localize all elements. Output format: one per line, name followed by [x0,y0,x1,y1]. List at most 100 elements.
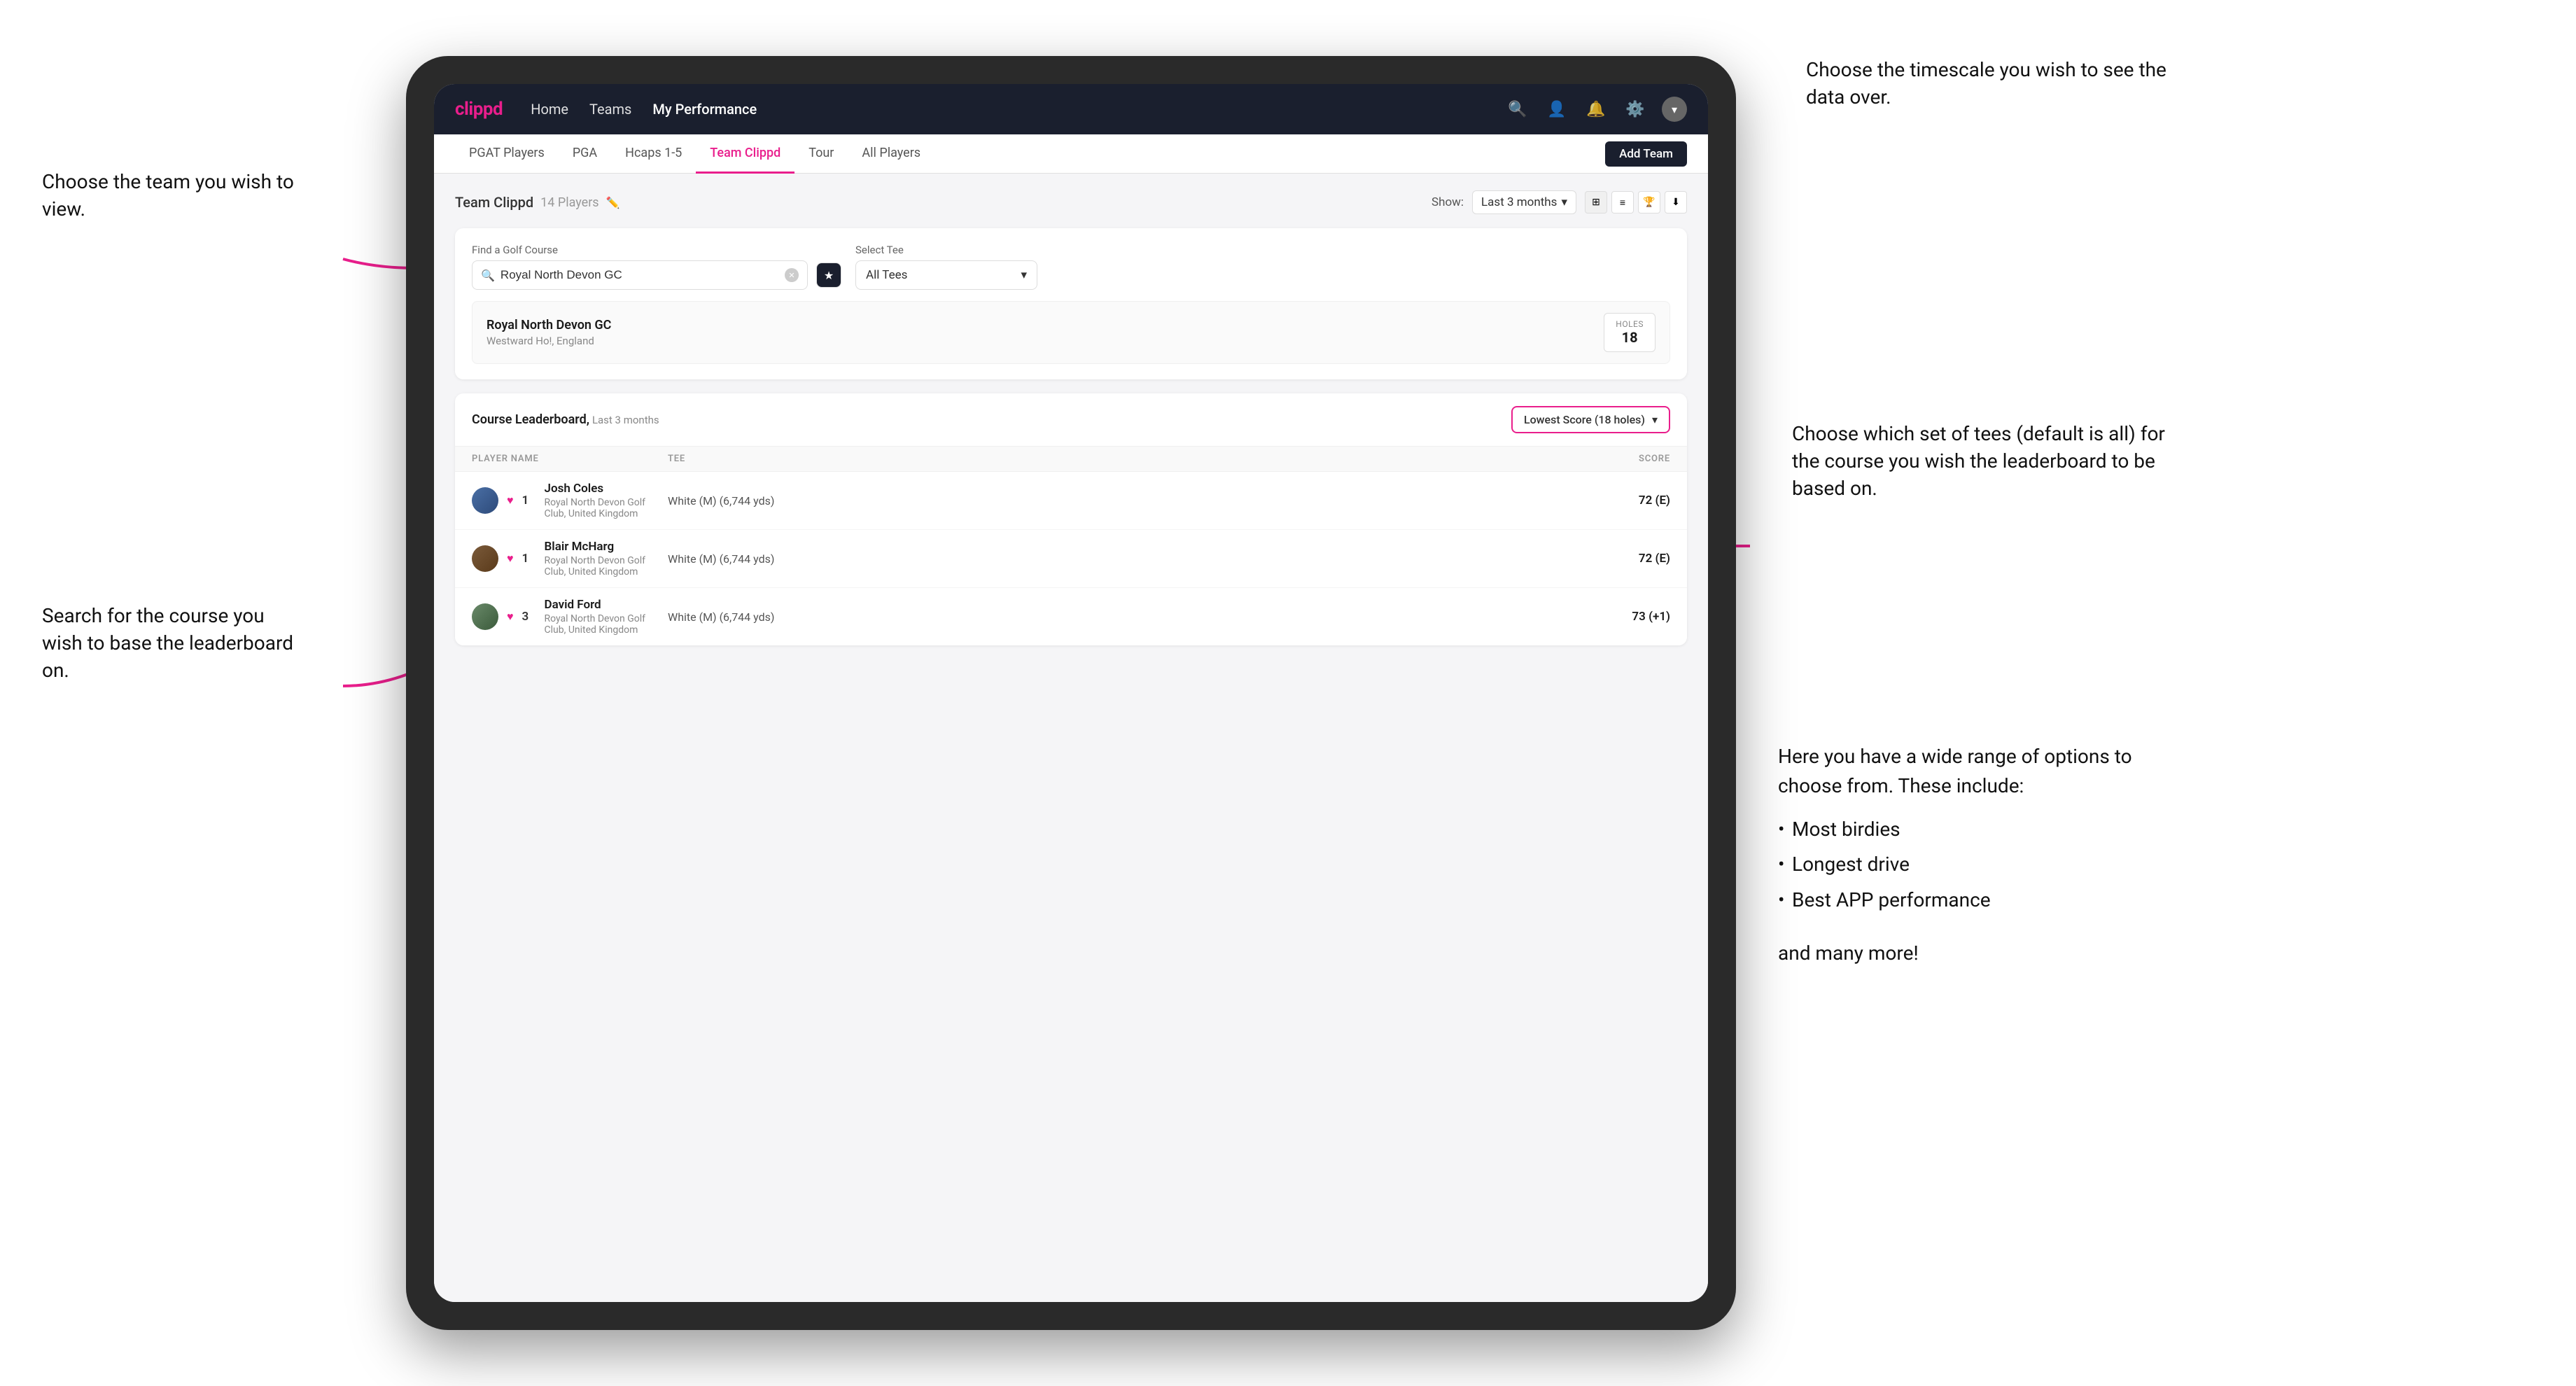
navbar: clippd Home Teams My Performance 🔍 👤 🔔 ⚙… [434,84,1708,134]
trophy-icon[interactable]: 🏆 [1638,191,1660,214]
nav-home[interactable]: Home [531,101,568,118]
heart-icon[interactable]: ♥ [507,610,514,624]
nav-teams[interactable]: Teams [589,101,631,118]
list-view-icon[interactable]: ≡ [1611,191,1634,214]
course-name: Royal North Devon GC [486,318,611,332]
download-icon[interactable]: ⬇ [1665,191,1687,214]
subnav-hcaps[interactable]: Hcaps 1-5 [611,134,696,174]
tablet-device: clippd Home Teams My Performance 🔍 👤 🔔 ⚙… [406,56,1736,1330]
leaderboard-table: PLAYER NAME TEE SCORE ♥ 1 [455,447,1687,645]
time-range-select[interactable]: Last 3 months ▾ [1472,190,1576,214]
subnav: PGAT Players PGA Hcaps 1-5 Team Clippd T… [434,134,1708,174]
score-value: 72 (E) [1586,493,1670,507]
player-club: Royal North Devon Golf Club, United King… [545,613,668,636]
tablet-screen: clippd Home Teams My Performance 🔍 👤 🔔 ⚙… [434,84,1708,1302]
score-value: 72 (E) [1586,552,1670,566]
search-icon-small: 🔍 [481,269,495,282]
tee-select-label: Select Tee [855,244,1037,256]
navbar-icons: 🔍 👤 🔔 ⚙️ ▾ [1505,97,1687,122]
table-header-row: PLAYER NAME TEE SCORE [455,447,1687,472]
annotation-top-left: Choose the team you wish to view. [42,168,308,223]
option-birdies: Most birdies [1778,812,2170,847]
leaderboard-subtitle: Last 3 months [592,414,659,426]
show-label: Show: [1432,195,1464,209]
heart-icon[interactable]: ♥ [507,552,514,566]
favorite-button[interactable]: ★ [816,262,841,288]
options-list: Most birdies Longest drive Best APP perf… [1778,812,2170,918]
tee-info: White (M) (6,744 yds) [668,552,1127,566]
col-player-name: PLAYER NAME [472,454,668,464]
team-header-right: Show: Last 3 months ▾ ⊞ ≡ 🏆 ⬇ [1432,190,1687,214]
table-row: ♥ 3 David Ford Royal North Devon Golf Cl… [455,588,1687,645]
chevron-down-icon: ▾ [1021,268,1027,282]
player-name: Josh Coles [545,482,668,496]
player-name: Blair McHarg [545,540,668,554]
course-search-input[interactable] [500,268,779,282]
tee-select[interactable]: All Tees ▾ [855,260,1037,290]
subnav-all-players[interactable]: All Players [848,134,934,174]
nav-links: Home Teams My Performance [531,101,1505,118]
nav-my-performance[interactable]: My Performance [652,101,757,118]
course-search-input-wrapper: 🔍 ✕ [472,260,808,290]
player-name: David Ford [545,598,668,612]
player-club: Royal North Devon Golf Club, United King… [545,555,668,578]
grid-view-icon[interactable]: ⊞ [1585,191,1607,214]
course-search-label: Find a Golf Course [472,244,841,256]
option-drive: Longest drive [1778,847,2170,882]
tee-info: White (M) (6,744 yds) [668,494,1127,507]
course-location: Westward Ho!, England [486,335,611,347]
avatar[interactable]: ▾ [1662,97,1687,122]
table-row: ♥ 1 Blair McHarg Royal North Devon Golf … [455,530,1687,588]
view-icons: ⊞ ≡ 🏆 ⬇ [1585,191,1687,214]
profile-icon[interactable]: 👤 [1544,97,1569,122]
player-club: Royal North Devon Golf Club, United King… [545,497,668,519]
team-title: Team Clippd 14 Players ✏️ [455,194,620,211]
score-value: 73 (+1) [1586,610,1670,624]
score-type-select[interactable]: Lowest Score (18 holes) ▾ [1511,406,1670,433]
col-score: SCORE [1586,454,1670,464]
chevron-down-icon: ▾ [1561,195,1567,209]
player-info: ♥ 3 David Ford Royal North Devon Golf Cl… [472,598,668,636]
subnav-pga[interactable]: PGA [559,134,611,174]
option-app: Best APP performance [1778,883,2170,918]
add-team-button[interactable]: Add Team [1605,141,1687,167]
search-icon[interactable]: 🔍 [1505,97,1530,122]
rank: 1 [522,552,536,566]
rank: 3 [522,610,536,624]
subnav-team-clippd[interactable]: Team Clippd [696,134,794,174]
app-logo: clippd [455,99,503,120]
course-result-info: Royal North Devon GC Westward Ho!, Engla… [486,318,611,347]
player-details: David Ford Royal North Devon Golf Club, … [545,598,668,636]
leaderboard-card: Course Leaderboard, Last 3 months Lowest… [455,393,1687,645]
course-search-group: Find a Golf Course 🔍 ✕ ★ [472,244,841,290]
player-info: ♥ 1 Josh Coles Royal North Devon Golf Cl… [472,482,668,519]
annotation-mid-left: Search for the course you wish to base t… [42,602,308,685]
holes-value: 18 [1616,329,1644,346]
annotation-top-right: Choose the timescale you wish to see the… [1806,56,2198,111]
player-info: ♥ 1 Blair McHarg Royal North Devon Golf … [472,540,668,578]
course-result: Royal North Devon GC Westward Ho!, Engla… [472,301,1670,364]
chevron-down-icon: ▾ [1652,413,1658,426]
player-details: Josh Coles Royal North Devon Golf Club, … [545,482,668,519]
annotation-bottom-right: Here you have a wide range of options to… [1778,742,2170,968]
team-header: Team Clippd 14 Players ✏️ Show: Last 3 m… [455,190,1687,214]
main-content: Team Clippd 14 Players ✏️ Show: Last 3 m… [434,174,1708,1302]
notifications-icon[interactable]: 🔔 [1583,97,1609,122]
avatar [472,603,498,630]
tee-info: White (M) (6,744 yds) [668,610,1127,624]
tee-select-group: Select Tee All Tees ▾ [855,244,1037,290]
avatar [472,545,498,572]
leaderboard-header: Course Leaderboard, Last 3 months Lowest… [455,393,1687,447]
player-details: Blair McHarg Royal North Devon Golf Club… [545,540,668,578]
annotation-mid-right: Choose which set of tees (default is all… [1792,420,2184,503]
edit-icon[interactable]: ✏️ [606,196,620,209]
rank: 1 [522,493,536,507]
holes-label: Holes [1616,319,1644,329]
subnav-tour[interactable]: Tour [794,134,848,174]
leaderboard-title: Course Leaderboard, [472,412,589,427]
heart-icon[interactable]: ♥ [507,493,514,507]
subnav-pgat[interactable]: PGAT Players [455,134,559,174]
clear-icon[interactable]: ✕ [785,268,799,282]
settings-icon[interactable]: ⚙️ [1623,97,1648,122]
holes-badge: Holes 18 [1604,313,1656,352]
